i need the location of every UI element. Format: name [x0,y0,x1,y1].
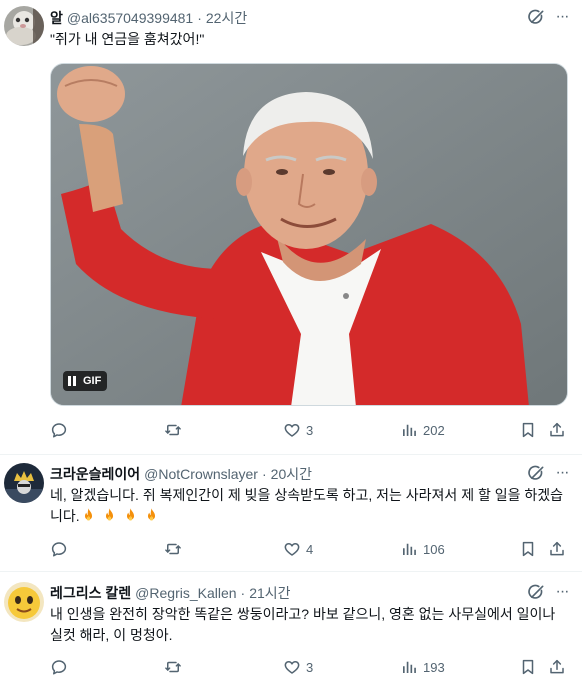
views-icon [400,421,418,439]
reply-icon [50,658,68,676]
display-name[interactable]: 알 [50,8,63,28]
timestamp[interactable]: 20시간 [271,464,312,484]
post-header: 알 @al6357049399481 · 22시간 [50,8,572,28]
post-text: 네, 알겠습니다. 쥐 복제인간이 제 빚을 상속받도록 하고, 저는 사라져서… [50,485,570,527]
fire-emoji [122,507,139,524]
timestamp[interactable]: 22시간 [206,8,247,28]
retweet-icon [164,658,182,676]
display-name[interactable]: 크라운슬레이어 [50,464,140,484]
share-icon [548,658,566,676]
like-count: 4 [306,541,314,557]
action-bar: 4 106 [50,539,570,559]
view-count: 202 [423,422,445,438]
handle[interactable]: @Regris_Kallen [135,585,236,601]
handle[interactable]: @NotCrownslayer [144,466,258,482]
post-2[interactable]: 크라운슬레이어 @NotCrownslayer · 20시간 ··· 네, 알겠… [0,455,582,572]
views-icon [400,540,418,558]
bookmark-button[interactable] [519,539,537,559]
more-icon[interactable]: ··· [552,582,572,602]
view-count: 193 [423,659,445,675]
share-icon [548,421,566,439]
bookmark-icon [519,540,537,558]
gif-badge[interactable]: GIF [63,371,108,391]
views-button[interactable]: 193 [400,657,445,677]
separator: · [197,10,202,26]
handle[interactable]: @al6357049399481 [67,10,193,26]
like-button[interactable]: 4 [283,539,313,559]
views-icon [400,658,418,676]
pause-icon[interactable] [68,376,76,386]
reply-button[interactable] [50,420,68,440]
avatar[interactable] [4,6,44,46]
like-count: 3 [306,422,314,438]
retweet-icon [164,540,182,558]
retweet-icon [164,421,182,439]
reply-icon [50,540,68,558]
grok-icon[interactable] [526,583,546,603]
share-icon [548,540,566,558]
bookmark-button[interactable] [519,657,537,677]
timestamp[interactable]: 21시간 [249,583,290,603]
reply-button[interactable] [50,539,68,559]
more-icon[interactable]: ··· [552,7,572,27]
like-icon [283,540,301,558]
views-button[interactable]: 202 [400,420,445,440]
post-text: 내 인생을 완전히 장악한 똑같은 쌍둥이라고? 바보 같으니, 영혼 없는 사… [50,606,556,643]
views-button[interactable]: 106 [400,539,445,559]
share-button[interactable] [548,420,566,440]
action-bar: 3 202 [50,420,570,440]
post-3[interactable]: 레그리스 칼렌 @Regris_Kallen · 21시간 ··· 내 인생을 … [0,572,582,683]
like-button[interactable]: 3 [283,420,313,440]
fire-emoji [143,507,160,524]
grok-icon[interactable] [526,8,546,28]
share-button[interactable] [548,539,566,559]
more-icon[interactable]: ··· [552,463,572,483]
like-count: 3 [306,659,314,675]
post-header: 크라운슬레이어 @NotCrownslayer · 20시간 [50,464,572,484]
retweet-button[interactable] [164,657,182,677]
avatar[interactable] [4,463,44,503]
retweet-button[interactable] [164,539,182,559]
reply-button[interactable] [50,657,68,677]
like-icon [283,658,301,676]
bookmark-icon [519,658,537,676]
like-button[interactable]: 3 [283,657,313,677]
avatar[interactable] [4,582,44,622]
display-name[interactable]: 레그리스 칼렌 [50,583,131,603]
gif-label: GIF [83,375,102,387]
retweet-button[interactable] [164,420,182,440]
post-text: "쥐가 내 연금을 훔쳐갔어!" [50,31,205,47]
gif-image [51,64,567,405]
separator: · [240,585,246,601]
reply-icon [50,421,68,439]
fire-emoji [101,507,118,524]
share-button[interactable] [548,657,566,677]
gif-media[interactable]: GIF [50,63,568,406]
post-header: 레그리스 칼렌 @Regris_Kallen · 21시간 [50,583,572,603]
bookmark-button[interactable] [519,420,537,440]
bookmark-icon [519,421,537,439]
action-bar: 3 193 [50,657,570,677]
view-count: 106 [423,541,445,557]
post-1[interactable]: 알 @al6357049399481 · 22시간 ··· "쥐가 내 연금을 … [0,0,582,455]
grok-icon[interactable] [526,464,546,484]
fire-emoji [80,507,97,524]
like-icon [283,421,301,439]
separator: · [261,466,267,482]
